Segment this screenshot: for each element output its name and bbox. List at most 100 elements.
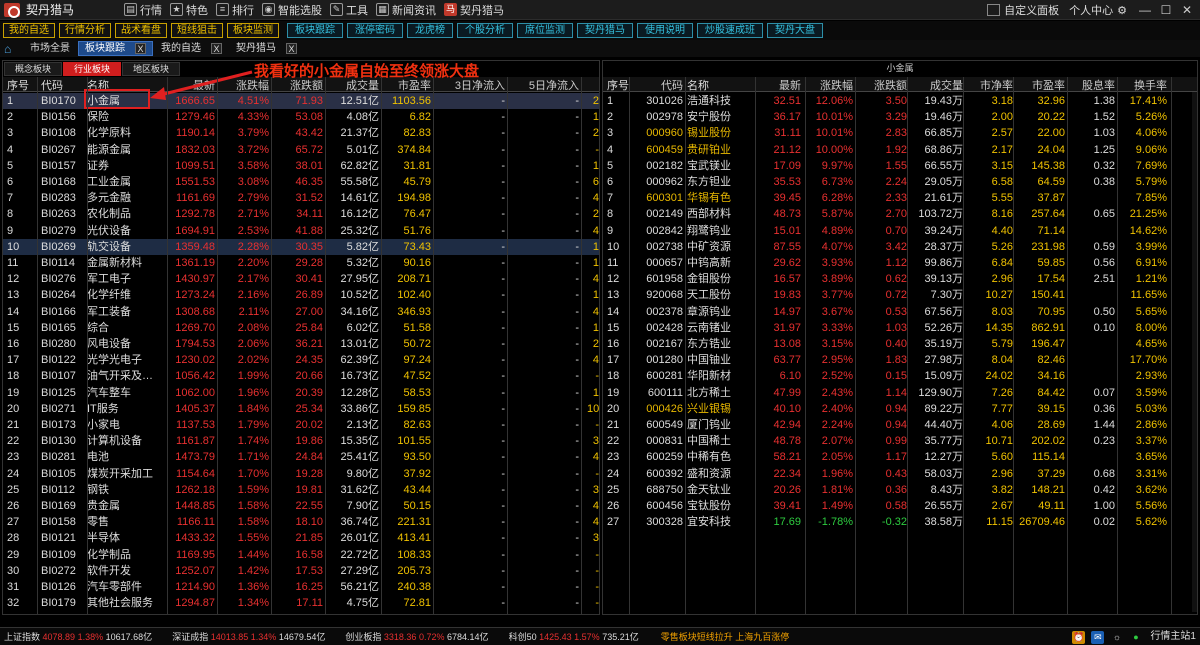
stock-row[interactable]: 5 002182 宝武镁业 17.09 9.97% 1.55 66.55万 3.15 145.3… — [603, 158, 1197, 174]
tab-1[interactable]: 板块跟踪 X — [78, 41, 153, 56]
stock-row[interactable]: 21 600549 厦门钨业 42.94 2.24% 0.94 44.40万 4.06 28.6… — [603, 417, 1197, 433]
right-scrollbar[interactable] — [1192, 92, 1197, 612]
column-header-name[interactable]: 名称 — [687, 77, 757, 93]
stock-row[interactable]: 1 301026 浩通科技 32.51 12.06% 3.50 19.43万 3.18 32.9… — [603, 93, 1197, 109]
stock-row[interactable]: 3 000960 锡业股份 31.11 10.01% 2.83 66.85万 2.57 22.0… — [603, 125, 1197, 141]
sector-row[interactable]: 13 BI0264 化学纤维 1273.24 2.16% 26.89 10.52亿 102.4… — [3, 287, 599, 303]
feature-button[interactable]: 龙虎榜 — [407, 23, 453, 38]
sector-row[interactable]: 10 BI0269 轨交设备 1359.48 2.28% 30.35 5.82亿 73.43 -… — [3, 238, 599, 255]
column-header-chg[interactable]: 涨跌额 — [857, 77, 907, 93]
feature-button[interactable]: 涨停密码 — [347, 23, 403, 38]
sector-row[interactable]: 20 BI0271 IT服务 1405.37 1.84% 25.34 33.86亿 159.8… — [3, 401, 599, 417]
brightness-icon[interactable]: ☼ — [1110, 631, 1123, 644]
stock-row[interactable]: 25 688750 金天钛业 20.26 1.81% 0.36 8.43万 3.82 148.2… — [603, 482, 1197, 498]
stock-row[interactable]: 27 300328 宜安科技 17.69 -1.78% -0.32 38.58万 11.15 2… — [603, 514, 1197, 530]
personal-center-button[interactable]: 个人中心 ⚙ — [1069, 2, 1127, 18]
chat-icon[interactable]: ✉ — [1091, 630, 1105, 644]
feature-button[interactable]: 契丹猎马 — [577, 23, 633, 38]
stock-row[interactable]: 7 600301 华锡有色 39.45 6.28% 2.33 21.61万 5.55 37.87… — [603, 190, 1197, 206]
sector-row[interactable]: 17 BI0122 光学光电子 1230.02 2.02% 24.35 62.39亿 97.2… — [3, 352, 599, 368]
maximize-icon[interactable]: ☐ — [1158, 3, 1174, 17]
close-tab-icon[interactable]: X — [286, 43, 297, 54]
sector-row[interactable]: 22 BI0130 计算机设备 1161.87 1.74% 19.86 15.35亿 101.… — [3, 433, 599, 449]
tab-3[interactable]: 契丹猎马 X — [230, 41, 303, 56]
sector-row[interactable]: 30 BI0272 软件开发 1252.07 1.42% 17.53 27.29亿 205.7… — [3, 563, 599, 579]
feature-button[interactable]: 契丹大盘 — [767, 23, 823, 38]
menu-item-2[interactable]: ≡ 排行 — [216, 2, 254, 18]
stock-row[interactable]: 22 000831 中国稀土 48.78 2.07% 0.99 35.77万 10.71 202… — [603, 433, 1197, 449]
tab-0[interactable]: 市场全景 — [24, 41, 76, 56]
index-2[interactable]: 创业板指 3318.36 0.72% 6784.14亿 — [345, 628, 488, 645]
minimize-icon[interactable]: — — [1137, 3, 1153, 17]
index-3[interactable]: 科创50 1425.43 1.57% 735.21亿 — [509, 628, 639, 645]
sector-row[interactable]: 18 BI0107 油气开采及… 1056.42 1.99% 20.66 16.73亿 47.… — [3, 368, 599, 384]
close-tab-icon[interactable]: X — [135, 43, 146, 54]
menu-item-5[interactable]: ▦ 新闻资讯 — [376, 2, 436, 18]
sector-row[interactable]: 26 BI0169 贵金属 1448.85 1.58% 22.55 7.90亿 50.15 - -… — [3, 498, 599, 514]
sector-row[interactable]: 12 BI0276 军工电子 1430.97 2.17% 30.41 27.95亿 208.7… — [3, 271, 599, 287]
stock-row[interactable]: 13 920068 天工股份 19.83 3.77% 0.72 7.30万 10.27 150.… — [603, 287, 1197, 303]
sector-row[interactable]: 6 BI0168 工业金属 1551.53 3.08% 46.35 55.58亿 45.79 -… — [3, 174, 599, 190]
column-header-latest[interactable]: 最新 — [757, 77, 801, 93]
sector-row[interactable]: 8 BI0263 农化制品 1292.78 2.71% 34.11 16.12亿 76.47 -… — [3, 206, 599, 222]
column-header-to[interactable]: 换手率 — [1117, 77, 1167, 93]
feature-button[interactable]: 板块跟踪 — [287, 23, 343, 38]
column-header-code[interactable]: 代码 — [41, 77, 87, 93]
alarm-icon[interactable]: ⏰ — [1072, 630, 1086, 644]
close-tab-icon[interactable]: X — [211, 43, 222, 54]
sector-row[interactable]: 4 BI0267 能源金属 1832.03 3.72% 65.72 5.01亿 374.84 -… — [3, 142, 599, 158]
sector-row[interactable]: 11 BI0114 金属新材料 1361.19 2.20% 29.28 5.32亿 90.16… — [3, 255, 599, 271]
gear-icon[interactable]: ⚙ — [1117, 4, 1127, 17]
stock-row[interactable]: 14 002378 章源钨业 14.97 3.67% 0.53 67.56万 8.03 70.9… — [603, 304, 1197, 320]
custom-panel-button[interactable]: 自定义面板 — [987, 2, 1059, 18]
feature-button[interactable]: 个股分析 — [457, 23, 513, 38]
column-header-pct[interactable]: 涨跌幅 — [803, 77, 853, 93]
sector-row[interactable]: 16 BI0280 风电设备 1794.53 2.06% 36.21 13.01亿 50.72… — [3, 336, 599, 352]
quick-button[interactable]: 板块监测 — [227, 23, 279, 38]
column-header-vol[interactable]: 成交量 — [909, 77, 963, 93]
menu-item-0[interactable]: ▤ 行情 — [124, 2, 162, 18]
feature-button[interactable]: 使用说明 — [637, 23, 693, 38]
sector-row[interactable]: 31 BI0126 汽车零部件 1214.90 1.36% 16.25 56.21亿 240.… — [3, 579, 599, 595]
stock-row[interactable]: 19 600111 北方稀土 47.99 2.43% 1.14 129.90万 7.26 84.… — [603, 385, 1197, 401]
stock-row[interactable]: 8 002149 西部材料 48.73 5.87% 2.70 103.72万 8.16 257.… — [603, 206, 1197, 222]
sector-row[interactable]: 14 BI0166 军工装备 1308.68 2.11% 27.00 34.16亿 346.9… — [3, 304, 599, 320]
sector-row[interactable]: 15 BI0165 综合 1269.70 2.08% 25.84 6.02亿 51.58- -1 — [3, 320, 599, 336]
stock-row[interactable]: 23 600259 中稀有色 58.21 2.05% 1.17 12.27万 5.60 115.… — [603, 449, 1197, 465]
subtab[interactable]: 概念板块 — [4, 62, 63, 76]
stock-row[interactable]: 20 000426 兴业银锡 40.10 2.40% 0.94 89.22万 7.77 39.1… — [603, 401, 1197, 417]
sector-row[interactable]: 7 BI0283 多元金融 1161.69 2.79% 31.52 14.61亿 194.98… — [3, 190, 599, 206]
stock-row[interactable]: 10 002738 中矿资源 87.55 4.07% 3.42 28.37万 5.26 231.… — [603, 239, 1197, 255]
sector-row[interactable]: 23 BI0281 电池 1473.79 1.71% 24.84 25.41亿 93.50 - -… — [3, 449, 599, 465]
stock-row[interactable]: 17 001280 中国铀业 63.77 2.95% 1.83 27.98万 8.04 82.4… — [603, 352, 1197, 368]
sector-row[interactable]: 27 BI0158 零售 1166.11 1.58% 18.10 36.74亿 221.31 -… — [3, 514, 599, 530]
column-header-pe[interactable]: 市盈率 — [1017, 77, 1065, 93]
sector-row[interactable]: 19 BI0125 汽车整车 1062.00 1.96% 20.39 12.28亿 58.53… — [3, 385, 599, 401]
index-0[interactable]: 上证指数 4078.89 1.38% 10617.68亿 — [4, 628, 152, 645]
quick-button[interactable]: 短线狙击 — [171, 23, 223, 38]
feature-button[interactable]: 炒股速成班 — [697, 23, 763, 38]
subtab[interactable]: 行业板块 — [63, 62, 122, 76]
quick-button[interactable]: 我的自选 — [3, 23, 55, 38]
stock-row[interactable]: 24 600392 盛和资源 22.34 1.96% 0.43 58.03万 2.96 37.2… — [603, 466, 1197, 482]
menu-item-1[interactable]: ★ 特色 — [170, 2, 208, 18]
stock-row[interactable]: 4 600459 贵研铂业 21.12 10.00% 1.92 68.86万 2.17 24.0… — [603, 142, 1197, 158]
close-icon[interactable]: ✕ — [1179, 3, 1195, 17]
sector-row[interactable]: 25 BI0112 钢铁 1262.18 1.59% 19.81 31.62亿 43.44 - -… — [3, 482, 599, 498]
column-header-div[interactable]: 股息率 — [1067, 77, 1115, 93]
stock-row[interactable]: 11 000657 中钨高新 29.62 3.93% 1.12 99.86万 6.84 59.8… — [603, 255, 1197, 271]
home-icon[interactable]: ⌂ — [4, 43, 18, 55]
stock-row[interactable]: 15 002428 云南锗业 31.97 3.33% 1.03 52.26万 14.35 862… — [603, 320, 1197, 336]
quick-button[interactable]: 战术看盘 — [115, 23, 167, 38]
menu-item-6[interactable]: 马契丹猎马 — [444, 2, 504, 18]
sector-row[interactable]: 32 BI0179 其他社会服务 1294.87 1.34% 17.11 4.75亿 72.8… — [3, 595, 599, 611]
stock-row[interactable]: 12 601958 金钼股份 16.57 3.89% 0.62 39.13万 2.96 17.5… — [603, 271, 1197, 287]
stock-row[interactable]: 9 002842 翔鹭钨业 15.01 4.89% 0.70 39.24万 4.40 71.14… — [603, 223, 1197, 239]
stock-row[interactable]: 26 600456 宝钛股份 39.41 1.49% 0.58 26.55万 2.67 49.1… — [603, 498, 1197, 514]
column-header-seq[interactable]: 序号 — [7, 77, 33, 93]
sector-row[interactable]: 5 BI0157 证券 1099.51 3.58% 38.01 62.82亿 31.81- -1 — [3, 158, 599, 174]
sector-row[interactable]: 21 BI0173 小家电 1137.53 1.79% 20.02 2.13亿 82.63 - -… — [3, 417, 599, 433]
quick-button[interactable]: 行情分析 — [59, 23, 111, 38]
news-ticker[interactable]: 零售板块短线拉升 上海九百涨停 — [661, 628, 790, 645]
sector-row[interactable]: 3 BI0108 化学原料 1190.14 3.79% 43.42 21.37亿 82.83 -… — [3, 125, 599, 141]
